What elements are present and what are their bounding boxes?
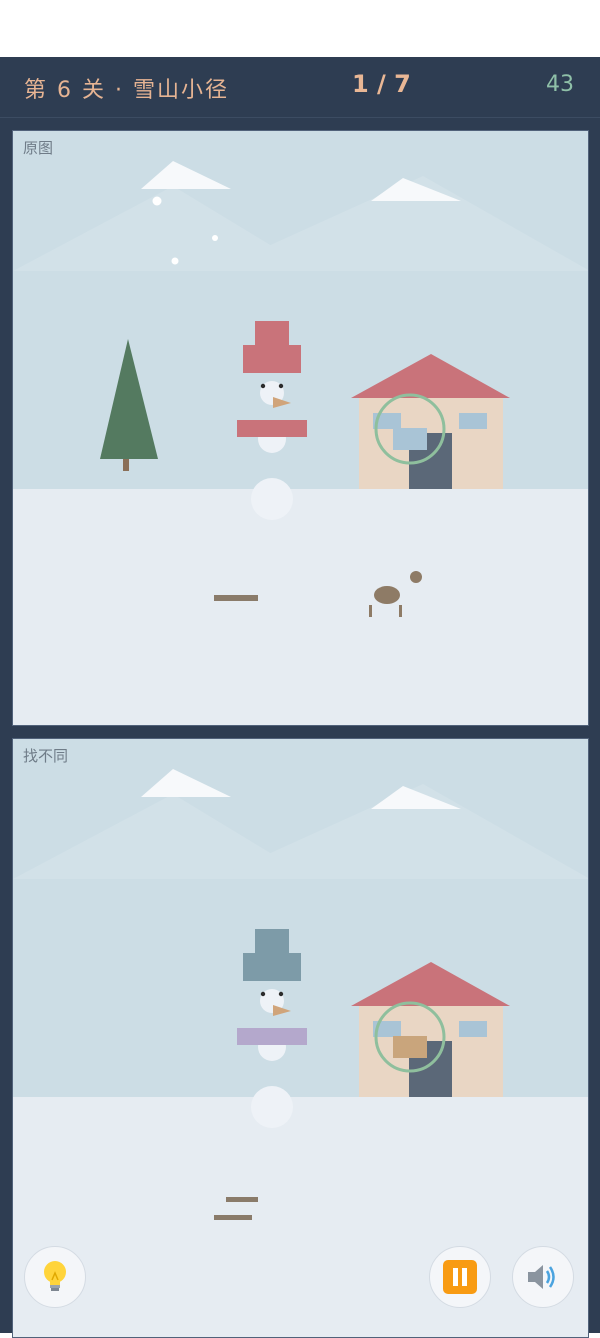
level-title: 第 6 关 · 雪山小径	[24, 78, 229, 103]
snowman-eye	[260, 991, 266, 997]
hint-button[interactable]	[24, 1246, 86, 1308]
house-sign	[393, 1036, 427, 1058]
house-window	[459, 413, 487, 429]
log-top	[226, 1197, 258, 1202]
snowman-hat-brim	[243, 953, 301, 981]
original-scene	[13, 161, 588, 617]
found-progress: 1 / 7	[352, 70, 411, 98]
speaker-icon	[528, 1265, 555, 1289]
snowman-scarf	[237, 1028, 307, 1045]
original-label: 原图	[23, 139, 54, 157]
pause-icon	[443, 1260, 477, 1294]
tree-trunk	[123, 459, 129, 471]
snowflake	[152, 196, 162, 206]
snowman-eye	[260, 383, 266, 389]
modified-image-panel[interactable]: 找不同	[12, 738, 589, 1338]
rabbit-head	[410, 571, 422, 583]
house-sign	[393, 428, 427, 450]
countdown-timer: 43	[546, 72, 574, 97]
modified-label: 找不同	[23, 747, 69, 765]
game-header: 第 6 关 · 雪山小径 1 / 7 43	[0, 57, 600, 115]
house-window	[459, 1021, 487, 1037]
house-roof	[351, 354, 510, 398]
snowflake	[212, 235, 218, 241]
house-roof	[351, 962, 510, 1006]
pine-tree	[100, 339, 158, 459]
modified-scene[interactable]	[13, 739, 589, 1338]
original-image-panel: 原图	[12, 130, 589, 726]
lightbulb-icon	[44, 1261, 66, 1291]
log-bottom	[214, 1215, 252, 1220]
rabbit-leg	[399, 605, 402, 617]
snowman-hat-brim	[243, 345, 301, 373]
rabbit-leg	[369, 605, 372, 617]
snowman-hat-top	[255, 321, 289, 347]
snowflake	[171, 257, 179, 265]
snowman-bottom	[251, 478, 293, 520]
sound-button[interactable]	[512, 1246, 574, 1308]
game-screen: 第 6 关 · 雪山小径 1 / 7 43 原图 找不同	[0, 57, 600, 1338]
pause-button[interactable]	[429, 1246, 491, 1308]
snowman-scarf	[237, 420, 307, 437]
cloud-left	[141, 161, 231, 189]
snowman-eye	[278, 383, 284, 389]
cloud-left	[141, 769, 231, 797]
snowman-eye	[278, 991, 284, 997]
header-divider	[0, 117, 600, 118]
rabbit-body	[374, 586, 400, 604]
snowman-bottom	[251, 1086, 293, 1128]
log	[214, 595, 258, 601]
snowman-hat-top	[255, 929, 289, 955]
